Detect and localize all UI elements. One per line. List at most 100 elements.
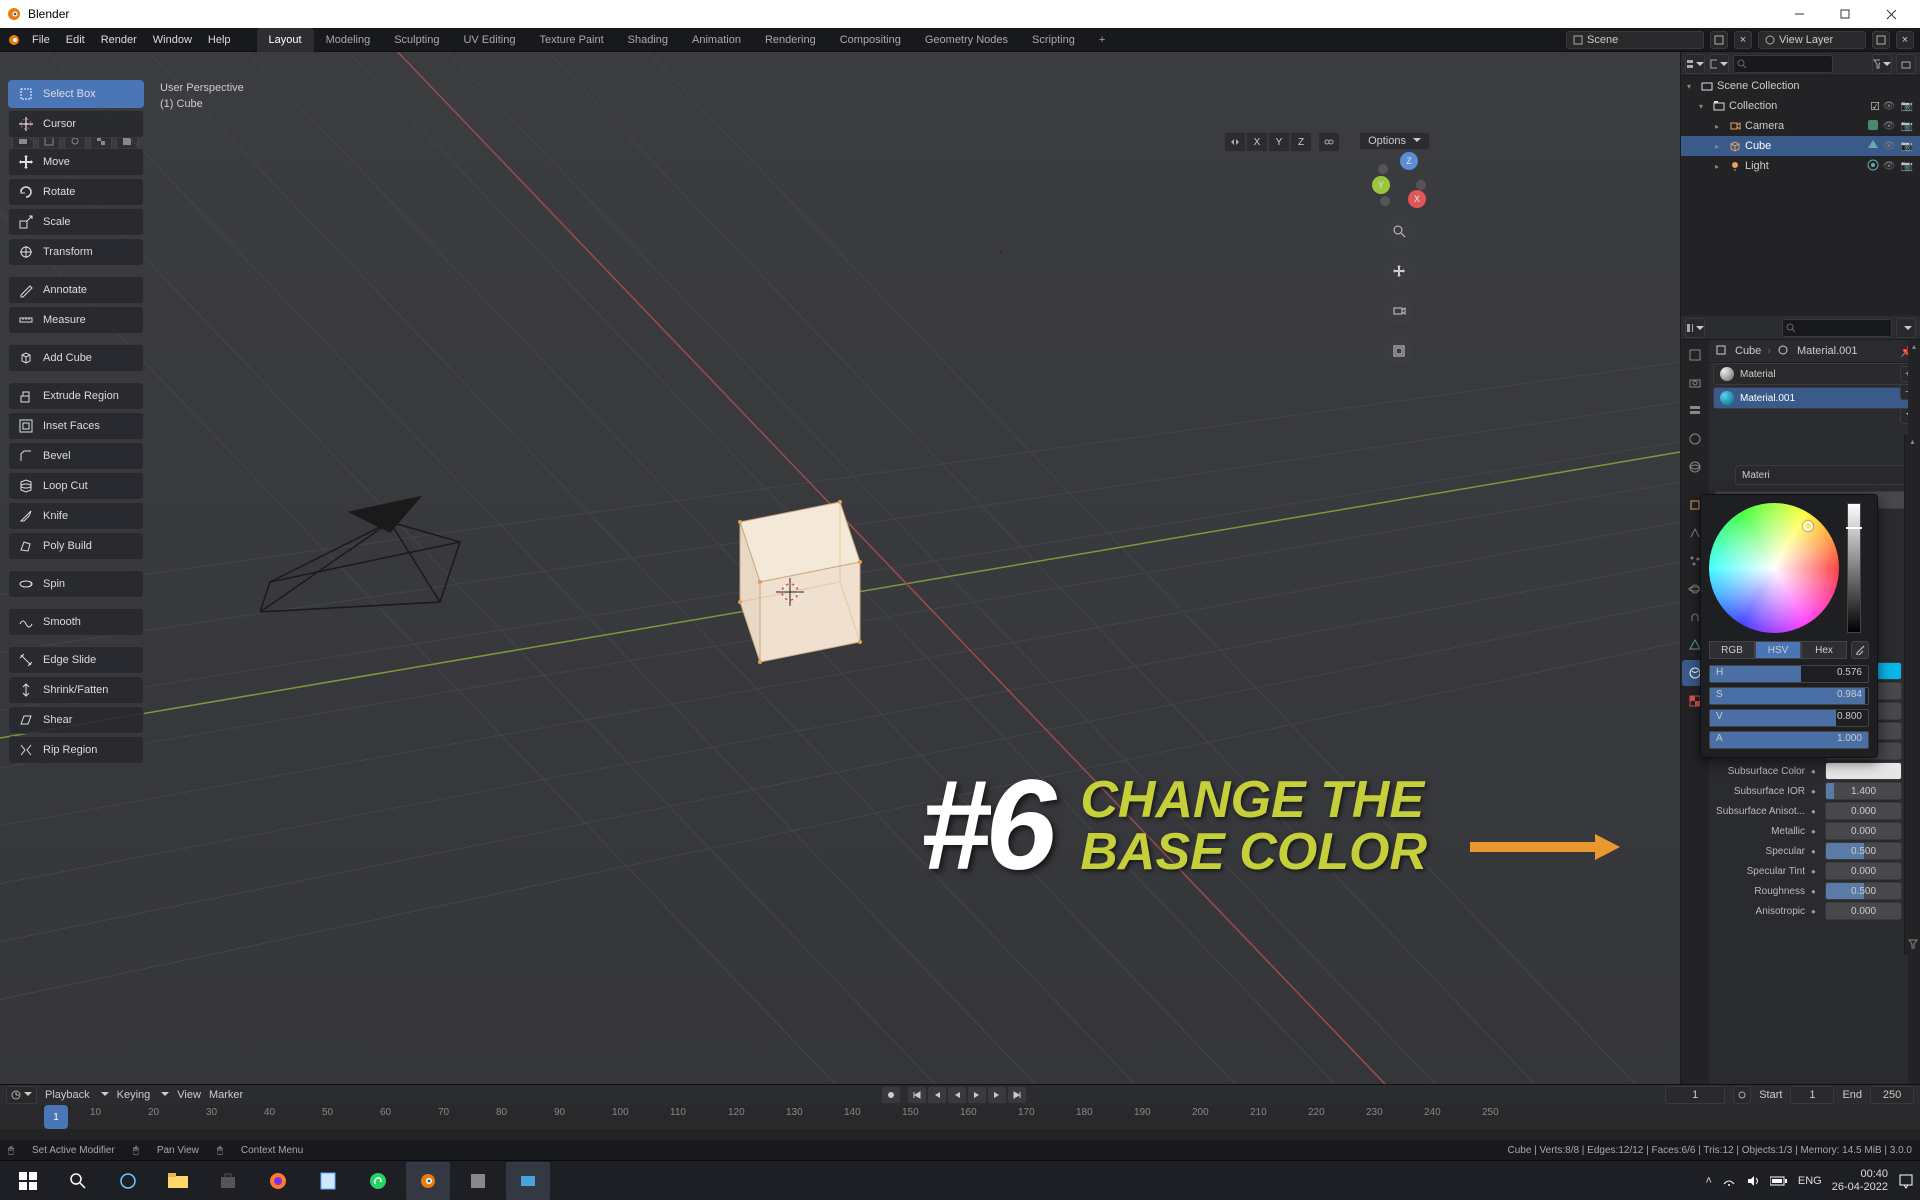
eye-icon[interactable]: 👁: [1882, 161, 1896, 172]
editor-type-icon[interactable]: [1685, 54, 1705, 74]
next-key-icon[interactable]: [988, 1087, 1006, 1103]
workspace-tab[interactable]: Layout: [257, 28, 314, 52]
tool-poly-build[interactable]: Poly Build: [8, 532, 144, 560]
hex-tab[interactable]: Hex: [1801, 641, 1847, 659]
node-socket-icon[interactable]: ●: [1811, 887, 1819, 896]
workspace-tab[interactable]: Compositing: [828, 28, 913, 52]
tab-render-icon[interactable]: [1682, 342, 1708, 368]
v-slider[interactable]: V0.800: [1709, 709, 1869, 727]
current-frame-input[interactable]: 1: [1665, 1086, 1725, 1104]
new-viewlayer-button[interactable]: [1872, 31, 1890, 49]
playhead[interactable]: 1: [44, 1105, 68, 1129]
tool-move[interactable]: Move: [8, 148, 144, 176]
tool-loop-cut[interactable]: Loop Cut: [8, 472, 144, 500]
add-workspace-button[interactable]: +: [1087, 28, 1117, 52]
workspace-tab[interactable]: Texture Paint: [527, 28, 615, 52]
camera-object[interactable]: [260, 482, 480, 622]
node-socket-icon[interactable]: ●: [1811, 847, 1819, 856]
tool-inset-faces[interactable]: Inset Faces: [8, 412, 144, 440]
render-icon[interactable]: 📷: [1900, 141, 1914, 152]
material-slot[interactable]: Material.001: [1713, 387, 1916, 409]
material-selector[interactable]: Materi: [1709, 461, 1920, 489]
clock[interactable]: 00:40 26-04-2022: [1832, 1168, 1888, 1194]
tool-add-cube[interactable]: Add Cube: [8, 344, 144, 372]
play-reverse-icon[interactable]: [948, 1087, 966, 1103]
tool-knife[interactable]: Knife: [8, 502, 144, 530]
workspace-tab[interactable]: Modeling: [314, 28, 383, 52]
jump-start-icon[interactable]: [908, 1087, 926, 1103]
volume-icon[interactable]: [1746, 1174, 1760, 1188]
s-slider[interactable]: S0.984: [1709, 687, 1869, 705]
firefox-icon[interactable]: [256, 1162, 300, 1200]
tool-scale[interactable]: Scale: [8, 208, 144, 236]
tool-spin[interactable]: Spin: [8, 570, 144, 598]
expand-icon[interactable]: ▸: [1715, 122, 1727, 131]
delete-viewlayer-button[interactable]: ×: [1896, 31, 1914, 49]
blender-taskbar-icon[interactable]: [406, 1162, 450, 1200]
scroll-up-icon[interactable]: ▴: [1905, 437, 1920, 451]
search-button[interactable]: [56, 1162, 100, 1200]
tab-viewlayer-icon[interactable]: [1682, 398, 1708, 424]
value-slider[interactable]: [1847, 503, 1861, 633]
playback-menu[interactable]: Playback: [45, 1089, 90, 1101]
eyedropper-icon[interactable]: [1851, 641, 1869, 659]
tab-scene-icon[interactable]: [1682, 426, 1708, 452]
nav-gizmo[interactable]: ZYX: [1372, 152, 1426, 206]
node-socket-icon[interactable]: ●: [1811, 907, 1819, 916]
preview-range-icon[interactable]: [1733, 1086, 1751, 1104]
camera-view-icon[interactable]: [1384, 296, 1414, 326]
start-frame-input[interactable]: 1: [1790, 1086, 1834, 1104]
node-socket-icon[interactable]: ●: [1811, 767, 1819, 776]
autokey-icon[interactable]: [882, 1087, 900, 1103]
expand-icon[interactable]: ▸: [1715, 162, 1727, 171]
app-icon[interactable]: [456, 1162, 500, 1200]
pan-icon[interactable]: [1384, 256, 1414, 286]
subsurface-ior-input[interactable]: 1.400: [1825, 782, 1902, 800]
tool-extrude-region[interactable]: Extrude Region: [8, 382, 144, 410]
delete-scene-button[interactable]: ×: [1734, 31, 1752, 49]
viewlayer-selector[interactable]: View Layer: [1758, 31, 1866, 49]
tool-rip-region[interactable]: Rip Region: [8, 736, 144, 764]
filter-funnel-icon[interactable]: [1908, 939, 1918, 955]
workspace-tab[interactable]: Sculpting: [382, 28, 451, 52]
battery-icon[interactable]: [1770, 1176, 1788, 1186]
workspace-tab[interactable]: Scripting: [1020, 28, 1087, 52]
node-socket-icon[interactable]: ●: [1811, 867, 1819, 876]
eye-icon[interactable]: 👁: [1882, 141, 1896, 152]
store-icon[interactable]: [206, 1162, 250, 1200]
collection-checkbox[interactable]: ☑: [1868, 100, 1882, 113]
node-socket-icon[interactable]: ●: [1811, 807, 1819, 816]
rgb-tab[interactable]: RGB: [1709, 641, 1755, 659]
expand-icon[interactable]: ▸: [1715, 142, 1727, 151]
whatsapp-icon[interactable]: [356, 1162, 400, 1200]
maximize-button[interactable]: [1822, 0, 1868, 28]
tool-bevel[interactable]: Bevel: [8, 442, 144, 470]
timeline[interactable]: Playback Keying View Marker 1 Start 1 En…: [0, 1084, 1920, 1128]
tool-cursor[interactable]: Cursor: [8, 110, 144, 138]
blender-menu-icon[interactable]: [4, 33, 24, 47]
menu-window[interactable]: Window: [145, 28, 200, 52]
workspace-tab[interactable]: Geometry Nodes: [913, 28, 1020, 52]
keying-menu[interactable]: Keying: [117, 1089, 151, 1101]
close-button[interactable]: [1868, 0, 1914, 28]
tool-smooth[interactable]: Smooth: [8, 608, 144, 636]
prev-key-icon[interactable]: [928, 1087, 946, 1103]
end-frame-input[interactable]: 250: [1870, 1086, 1914, 1104]
tool-shear[interactable]: Shear: [8, 706, 144, 734]
timeline-view-menu[interactable]: View: [177, 1089, 201, 1101]
material-slot[interactable]: Material: [1713, 363, 1916, 385]
filter-icon[interactable]: [1872, 54, 1892, 74]
tool-edge-slide[interactable]: Edge Slide: [8, 646, 144, 674]
cube-object[interactable]: [690, 482, 890, 682]
eye-icon[interactable]: 👁: [1882, 101, 1896, 112]
search-input[interactable]: [1733, 55, 1833, 73]
windows-taskbar[interactable]: ˄ ENG 00:40 26-04-2022: [0, 1160, 1920, 1200]
expand-icon[interactable]: ▾: [1687, 82, 1699, 91]
workspace-tab[interactable]: Animation: [680, 28, 753, 52]
marker-menu[interactable]: Marker: [209, 1089, 243, 1101]
scene-selector[interactable]: Scene: [1566, 31, 1704, 49]
expand-icon[interactable]: ▾: [1699, 102, 1711, 111]
tool-measure[interactable]: Measure: [8, 306, 144, 334]
properties-search[interactable]: [1782, 319, 1892, 337]
tab-output-icon[interactable]: [1682, 370, 1708, 396]
